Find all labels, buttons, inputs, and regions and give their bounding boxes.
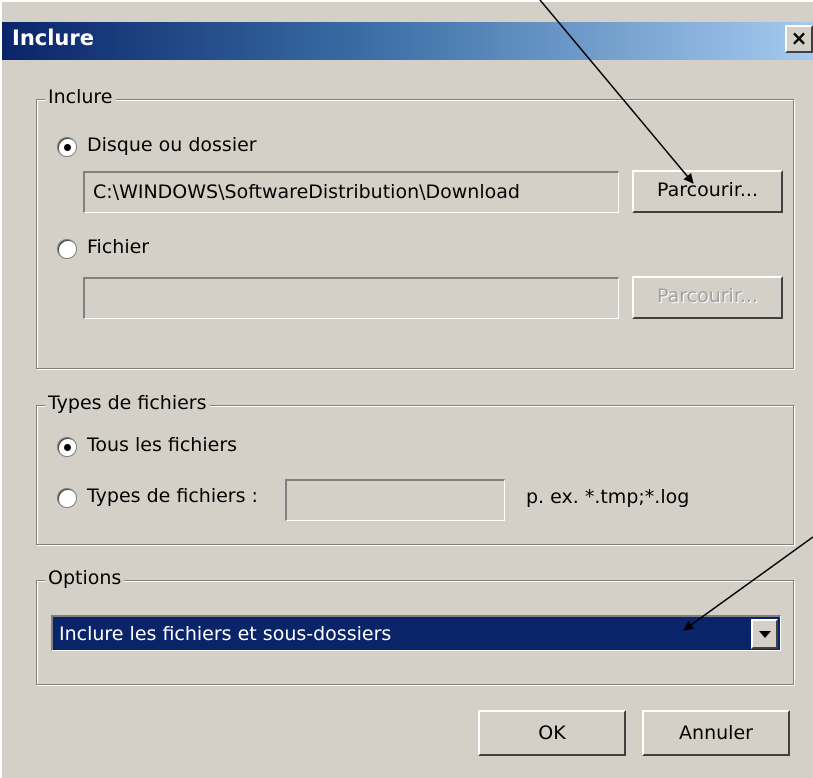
annotation-arrows [539,0,813,631]
annotation-arrow [539,0,694,184]
annotation-arrow [683,536,813,631]
